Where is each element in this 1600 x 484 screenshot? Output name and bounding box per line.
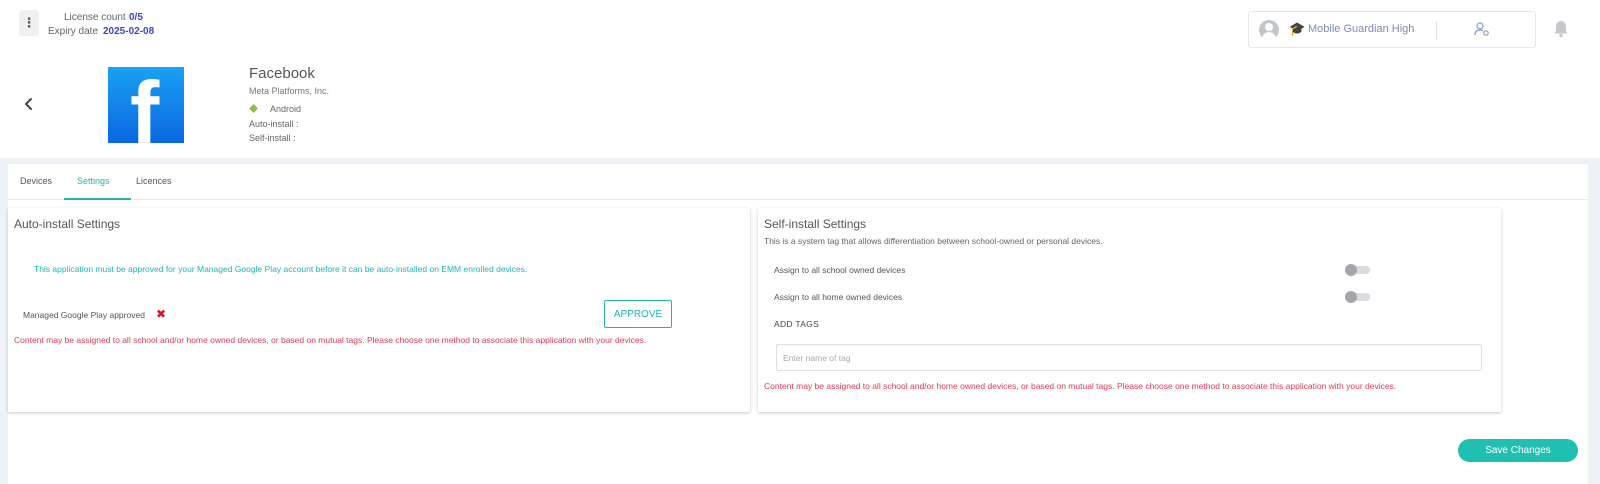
tab-bar: Devices Settings Licences	[8, 164, 1588, 200]
auto-install-warning: Content may be assigned to all school an…	[14, 335, 647, 345]
tab-devices[interactable]: Devices	[20, 176, 52, 186]
tag-name-input[interactable]	[776, 344, 1482, 371]
tab-settings[interactable]: Settings	[77, 176, 110, 186]
graduation-cap-icon: 🎓	[1289, 21, 1306, 36]
assign-school-toggle[interactable]	[1345, 264, 1370, 276]
settings-content: Devices Settings Licences Auto-install S…	[8, 164, 1588, 484]
top-bar: ⋮ License count 0/5 Expiry date 2025-02-…	[0, 0, 1600, 57]
add-tags-label: ADD TAGS	[774, 319, 820, 329]
android-icon	[249, 104, 258, 113]
license-count-label: License count	[64, 12, 126, 23]
approval-notice: This application must be approved for yo…	[34, 264, 528, 274]
auto-install-title: Auto-install Settings	[14, 217, 121, 231]
auto-install-card: Auto-install Settings This application m…	[8, 208, 750, 412]
save-changes-button[interactable]: Save Changes	[1458, 439, 1578, 462]
user-settings-icon[interactable]	[1474, 21, 1490, 37]
auto-install-label: Auto-install :	[249, 119, 299, 129]
app-platform: Android	[270, 104, 302, 114]
assign-school-label: Assign to all school owned devices	[774, 265, 906, 275]
self-install-description: This is a system tag that allows differe…	[764, 236, 1103, 246]
app-name: Facebook	[249, 65, 315, 82]
active-tab-indicator	[64, 198, 131, 200]
back-chevron-icon[interactable]	[22, 97, 36, 111]
assign-home-label: Assign to all home owned devices	[774, 292, 903, 302]
facebook-logo-icon: f	[108, 67, 184, 143]
logo-letter: f	[130, 67, 160, 144]
bell-icon[interactable]	[1553, 20, 1569, 38]
self-install-warning: Content may be assigned to all school an…	[764, 381, 1397, 391]
school-name[interactable]: Mobile Guardian High	[1308, 23, 1414, 35]
not-approved-x-icon: ✖	[156, 307, 167, 321]
self-install-label: Self-install :	[249, 133, 296, 143]
avatar[interactable]	[1259, 20, 1279, 40]
app-developer: Meta Platforms, Inc.	[249, 86, 330, 96]
self-install-title: Self-install Settings	[764, 217, 867, 231]
approve-button[interactable]: APPROVE	[604, 300, 672, 328]
tab-licences[interactable]: Licences	[136, 176, 172, 186]
managed-google-play-approved-label: Managed Google Play approved	[23, 310, 145, 320]
expiry-date-value: 2025-02-08	[103, 26, 155, 37]
assign-home-toggle[interactable]	[1345, 291, 1370, 303]
license-count-value: 0/5	[129, 12, 143, 23]
school-selector[interactable]: 🎓 Mobile Guardian High	[1248, 11, 1536, 48]
expiry-date-label: Expiry date	[48, 26, 99, 37]
app-header: f Facebook Meta Platforms, Inc. Android …	[0, 57, 1600, 158]
divider	[1436, 21, 1437, 40]
self-install-card: Self-install Settings This is a system t…	[758, 208, 1501, 412]
more-menu-icon[interactable]: ⋮	[19, 10, 39, 36]
